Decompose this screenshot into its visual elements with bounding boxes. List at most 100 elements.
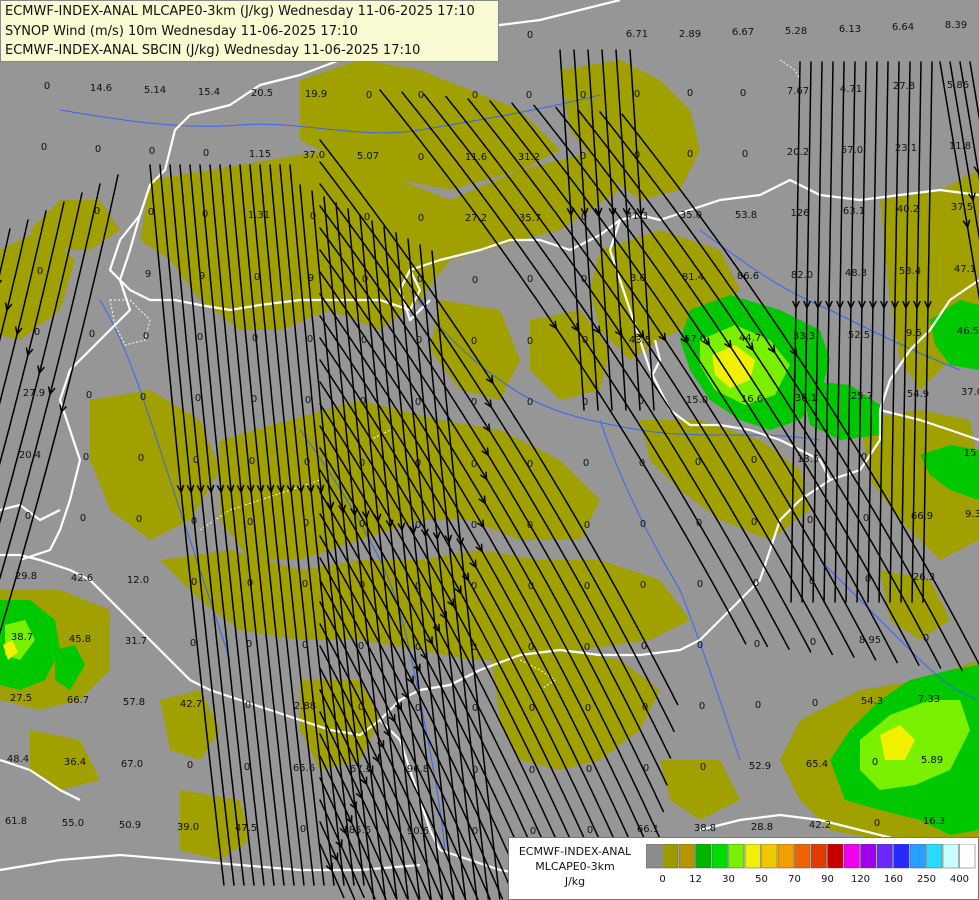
station-value: 65.6 xyxy=(293,763,315,774)
station-value: 0 xyxy=(643,763,649,774)
station-value: 0 xyxy=(640,519,646,530)
legend-swatch xyxy=(794,844,811,869)
station-value: 0 xyxy=(527,520,533,531)
station-value: 0 xyxy=(585,703,591,714)
station-value: 0 xyxy=(639,458,645,469)
station-value: 0 xyxy=(41,142,47,153)
station-value: 35.7 xyxy=(519,213,541,224)
station-value: 0 xyxy=(581,274,587,285)
station-value: 0 xyxy=(687,149,693,160)
station-value: 50.9 xyxy=(119,820,141,831)
station-value: 0 xyxy=(418,213,424,224)
station-value: 66.9 xyxy=(911,511,933,522)
station-value: 0 xyxy=(810,637,816,648)
station-value: 0 xyxy=(190,638,196,649)
station-value: 0 xyxy=(641,641,647,652)
station-value: 0 xyxy=(740,88,746,99)
station-value: 43.5 xyxy=(629,335,651,346)
legend-tick: 120 xyxy=(850,874,871,885)
station-value: 31.7 xyxy=(125,636,147,647)
station-value: 37.0 xyxy=(303,150,325,161)
station-value: 0 xyxy=(247,517,253,528)
station-value: 126 xyxy=(790,208,809,219)
station-value: 0 xyxy=(360,396,366,407)
station-value: 0 xyxy=(584,642,590,653)
station-value: 0 xyxy=(751,517,757,528)
station-value: 0 xyxy=(700,762,706,773)
station-value: 25.7 xyxy=(851,391,873,402)
station-value: 0 xyxy=(755,700,761,711)
station-value: 0 xyxy=(251,394,257,405)
station-value: 44.7 xyxy=(739,333,761,344)
legend-tick: 12 xyxy=(689,874,702,885)
station-value: 4.71 xyxy=(840,84,862,95)
station-value: 0 xyxy=(140,392,146,403)
legend-swatch xyxy=(728,844,745,869)
station-value: 0 xyxy=(302,640,308,651)
station-value: 0 xyxy=(193,455,199,466)
legend-swatch xyxy=(926,844,943,869)
station-value: 16.3 xyxy=(923,816,945,827)
station-value: 35.0 xyxy=(680,210,702,221)
station-value: 0 xyxy=(471,336,477,347)
station-value: 0 xyxy=(581,212,587,223)
station-value: 5.86 xyxy=(947,80,969,91)
station-value: 0 xyxy=(418,152,424,163)
station-value: 6.71 xyxy=(626,29,648,40)
station-value: 53.8 xyxy=(735,210,757,221)
station-value: 0 xyxy=(418,90,424,101)
station-value: 1.15 xyxy=(249,149,271,160)
station-value: 0 xyxy=(584,581,590,592)
station-value: 0 xyxy=(580,90,586,101)
station-value: 42.6 xyxy=(71,573,93,584)
station-value: 0 xyxy=(191,577,197,588)
station-value: 29.8 xyxy=(15,571,37,582)
station-value: 47.1 xyxy=(954,264,976,275)
station-value: 0 xyxy=(529,765,535,776)
station-value: 7.67 xyxy=(787,86,809,97)
legend-swatch xyxy=(959,844,976,869)
station-value: 66.7 xyxy=(67,695,89,706)
station-value: 0 xyxy=(358,702,364,713)
station-value: 0 xyxy=(582,335,588,346)
station-value: 54.3 xyxy=(861,696,883,707)
station-value: 12.0 xyxy=(127,575,149,586)
legend-tick: 160 xyxy=(883,874,904,885)
station-value: 0 xyxy=(417,274,423,285)
station-value: 0 xyxy=(138,453,144,464)
station-value: 0 xyxy=(528,642,534,653)
station-value: 9 xyxy=(145,269,151,280)
station-value: 0 xyxy=(359,580,365,591)
station-value: 0 xyxy=(754,639,760,650)
station-value: 38.8 xyxy=(694,823,716,834)
station-value: 19.9 xyxy=(305,89,327,100)
station-value: 0 xyxy=(358,641,364,652)
station-value: 0 xyxy=(307,334,313,345)
station-value: 0 xyxy=(587,825,593,836)
map-viewer: 0 14.6 5.14 15.4 20.5 19.9 0 0 0 0 0 0 0 0 7.67 4.71 27.… xyxy=(0,0,979,900)
legend-tick: 30 xyxy=(722,874,735,885)
station-value: 0 xyxy=(359,519,365,530)
station-value: 42.2 xyxy=(809,820,831,831)
station-value: 1.31 xyxy=(248,210,270,221)
legend-tick: 90 xyxy=(821,874,834,885)
station-value: 0 xyxy=(580,151,586,162)
station-value: 0 xyxy=(471,642,477,653)
station-value: 5.07 xyxy=(357,151,379,162)
station-value: 0 xyxy=(366,90,372,101)
legend-swatch xyxy=(876,844,893,869)
station-value: 36.4 xyxy=(64,757,86,768)
title-line-wind: SYNOP Wind (m/s) 10m Wednesday 11-06-202… xyxy=(5,23,358,39)
legend-swatch xyxy=(860,844,877,869)
station-value: 0 xyxy=(143,331,149,342)
station-value: 37.5 xyxy=(951,202,973,213)
station-value: 54.9 xyxy=(907,389,929,400)
station-value: 27.2 xyxy=(465,213,487,224)
station-value: 0 xyxy=(583,458,589,469)
station-value: 5.28 xyxy=(785,26,807,37)
legend-color-bar xyxy=(646,844,976,869)
station-value: 0 xyxy=(527,336,533,347)
station-value: 6.13 xyxy=(839,24,861,35)
station-value: 7.33 xyxy=(918,694,940,705)
title-line-mlcape: ECMWF-INDEX-ANAL MLCAPE0-3km (J/kg) Wedn… xyxy=(5,4,475,19)
